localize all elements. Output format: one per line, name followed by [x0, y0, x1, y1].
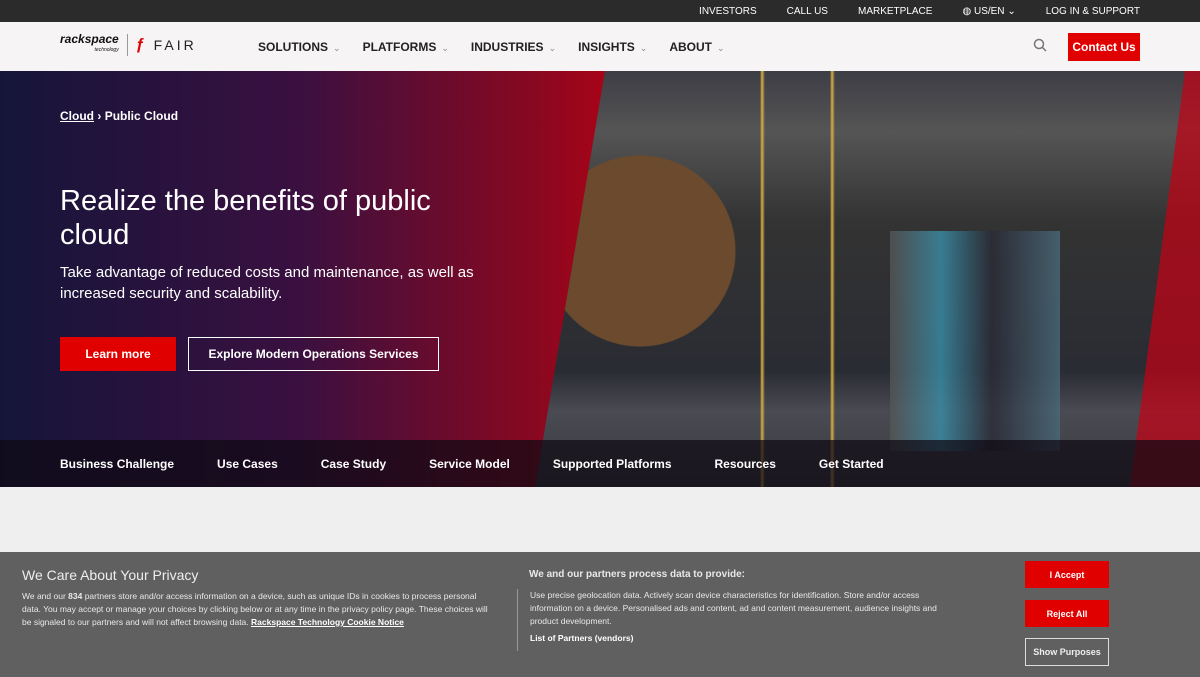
section-nav: Business Challenge Use Cases Case Study … — [0, 440, 1200, 487]
login-support-link[interactable]: LOG IN & SUPPORT — [1046, 6, 1140, 17]
hero-subtitle: Take advantage of reduced costs and main… — [60, 264, 474, 302]
accept-button[interactable]: I Accept — [1025, 561, 1109, 588]
section-link-service-model[interactable]: Service Model — [429, 457, 510, 471]
explore-services-button[interactable]: Explore Modern Operations Services — [188, 337, 439, 371]
menu-platforms[interactable]: PLATFORMS ⌄ — [363, 40, 449, 54]
logo-divider — [126, 34, 128, 56]
logo[interactable]: rackspace technology ƒ FAIR — [60, 32, 197, 56]
section-link-use-cases[interactable]: Use Cases — [217, 457, 278, 471]
menu-solutions[interactable]: SOLUTIONS ⌄ — [258, 40, 341, 54]
section-link-resources[interactable]: Resources — [715, 457, 776, 471]
menu-insights[interactable]: INSIGHTS ⌄ — [578, 40, 647, 54]
chevron-down-icon: ⌄ — [333, 42, 341, 53]
chevron-down-icon: ⌄ — [717, 42, 725, 53]
reject-all-button[interactable]: Reject All — [1025, 600, 1109, 627]
section-link-supported-platforms[interactable]: Supported Platforms — [553, 457, 672, 471]
fair-logo: ƒ FAIR — [135, 36, 197, 53]
building-image — [890, 231, 1060, 451]
globe-icon: ◍ — [962, 5, 972, 17]
partners-link[interactable]: List of Partners (vendors) — [530, 632, 957, 645]
breadcrumb-cloud[interactable]: Cloud — [60, 109, 94, 123]
hero: Cloud › Public Cloud Realize the benefit… — [0, 71, 1200, 487]
breadcrumb: Cloud › Public Cloud — [60, 109, 178, 123]
marketplace-link[interactable]: MARKETPLACE — [858, 6, 932, 17]
section-link-get-started[interactable]: Get Started — [819, 457, 884, 471]
menu-about[interactable]: ABOUT ⌄ — [669, 40, 724, 54]
fair-mark-icon: ƒ — [135, 36, 148, 53]
purposes-title: We and our partners process data to prov… — [529, 569, 745, 580]
primary-menu: SOLUTIONS ⌄ PLATFORMS ⌄ INDUSTRIES ⌄ INSIGH… — [258, 40, 725, 54]
chevron-down-icon: ⌄ — [441, 42, 449, 53]
show-purposes-button[interactable]: Show Purposes — [1025, 638, 1109, 666]
menu-industries[interactable]: INDUSTRIES ⌄ — [471, 40, 556, 54]
call-us-link[interactable]: CALL US — [787, 6, 828, 17]
chevron-right-icon: › — [97, 109, 102, 123]
investors-link[interactable]: INVESTORS — [699, 6, 757, 17]
cookie-banner: We Care About Your Privacy We and our 83… — [0, 552, 1200, 677]
page-title: Realize the benefits of public cloud — [60, 185, 431, 251]
learn-more-button[interactable]: Learn more — [60, 337, 176, 371]
section-link-business-challenge[interactable]: Business Challenge — [60, 457, 174, 471]
search-icon[interactable] — [1033, 38, 1047, 52]
chevron-down-icon: ⌄ — [1007, 5, 1016, 17]
chevron-down-icon: ⌄ — [639, 42, 648, 53]
locale-selector[interactable]: ◍ US/EN ⌄ — [962, 6, 1015, 17]
contact-us-button[interactable]: Contact Us — [1068, 33, 1140, 61]
cookie-title: We Care About Your Privacy — [22, 567, 199, 583]
rackspace-logo: rackspace technology — [60, 32, 119, 53]
cookie-text: We and our 834 partners store and/or acc… — [22, 591, 488, 627]
locale-label: US/EN — [973, 5, 1005, 17]
utility-bar: INVESTORS CALL US MARKETPLACE ◍ US/EN ⌄ … — [0, 0, 1200, 22]
section-link-case-study[interactable]: Case Study — [321, 457, 386, 471]
breadcrumb-current: Public Cloud — [104, 109, 179, 123]
purposes-list: Use precise geolocation data. Actively s… — [517, 589, 957, 651]
main-nav: rackspace technology ƒ FAIR SOLUTIONS ⌄ PLA… — [0, 22, 1200, 71]
cookie-notice-link[interactable]: Rackspace Technology Cookie Notice — [251, 617, 404, 627]
chevron-down-icon: ⌄ — [548, 42, 557, 53]
